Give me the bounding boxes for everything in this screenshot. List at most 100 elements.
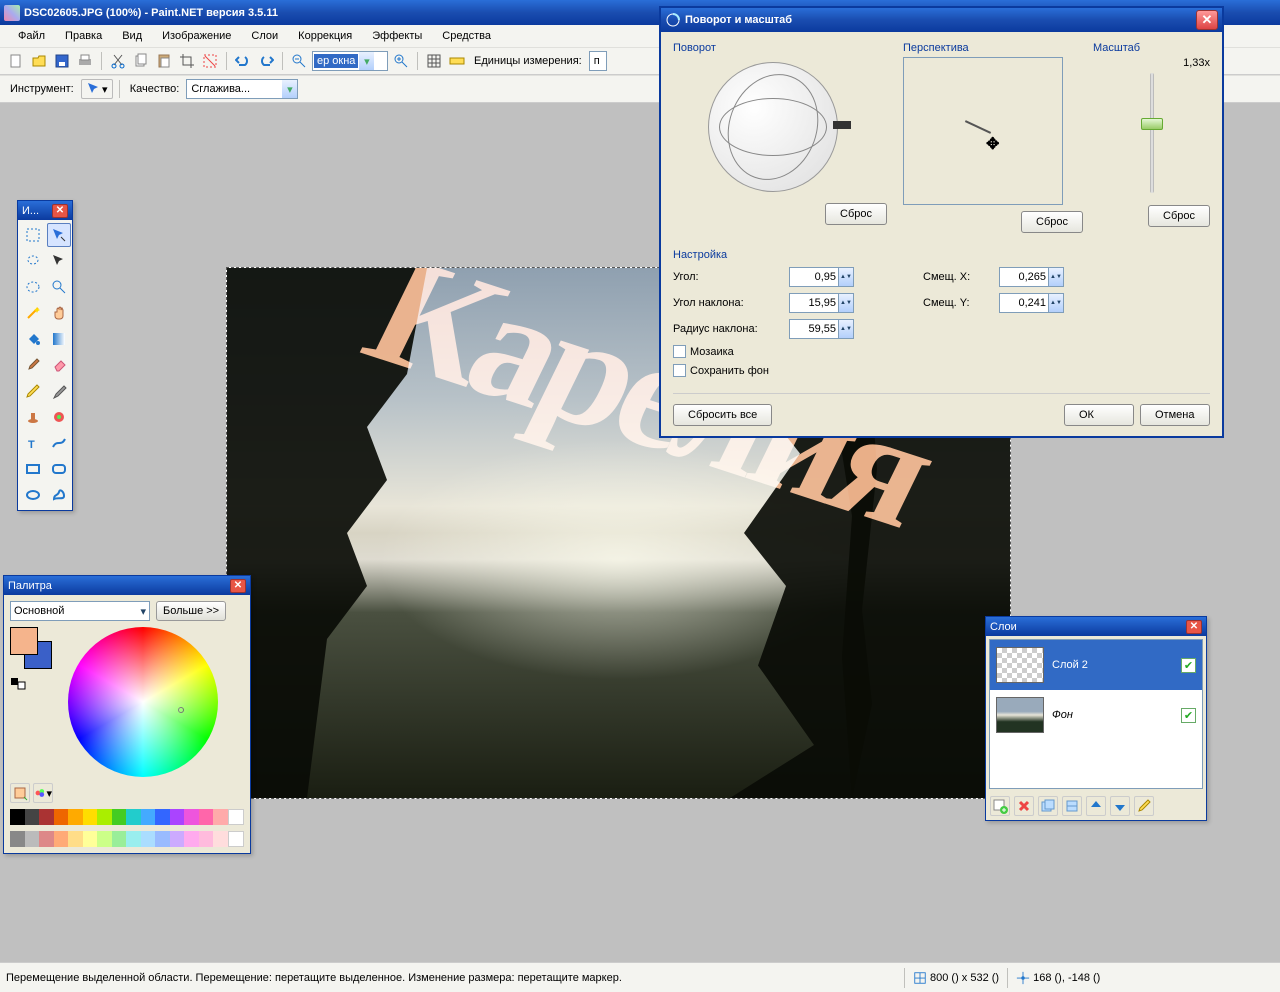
tool-gradient[interactable] — [47, 327, 71, 351]
tools-title-bar[interactable]: И... ✕ — [18, 201, 72, 220]
layer-add-button[interactable] — [990, 796, 1010, 816]
crop-button[interactable] — [177, 51, 197, 71]
menu-file[interactable]: Файл — [8, 27, 55, 45]
palette-window[interactable]: Палитра ✕ Основной ▾ Больше >> — [3, 575, 251, 854]
tool-rectangle[interactable] — [21, 457, 45, 481]
rotation-sphere[interactable] — [708, 62, 838, 192]
close-icon[interactable]: ✕ — [1186, 620, 1202, 634]
move-icon[interactable]: ✥ — [986, 134, 999, 154]
menu-edit[interactable]: Правка — [55, 27, 112, 45]
zoom-in-button[interactable] — [391, 51, 411, 71]
tool-freeform[interactable] — [47, 483, 71, 507]
slider-thumb[interactable] — [1141, 118, 1163, 130]
layer-props-button[interactable] — [1134, 796, 1154, 816]
menu-effects[interactable]: Эффекты — [362, 27, 432, 45]
save-button[interactable] — [52, 51, 72, 71]
rotate-reset-button[interactable]: Сброс — [825, 203, 887, 225]
tool-move[interactable] — [47, 249, 71, 273]
palette-more-button[interactable]: Больше >> — [156, 601, 226, 621]
tool-text[interactable]: T — [21, 431, 45, 455]
offsetx-input[interactable]: ▲▼ — [999, 267, 1064, 287]
menu-layers[interactable]: Слои — [241, 27, 288, 45]
spinner-icon[interactable]: ▲▼ — [838, 294, 853, 312]
keep-bg-checkbox[interactable] — [673, 364, 686, 377]
menu-tools[interactable]: Средства — [432, 27, 501, 45]
layer-visible-checkbox[interactable]: ✔ — [1181, 658, 1196, 673]
palette-strip-2[interactable] — [10, 831, 244, 847]
palette-title-bar[interactable]: Палитра ✕ — [4, 576, 250, 595]
layer-duplicate-button[interactable] — [1038, 796, 1058, 816]
radius-input[interactable]: ▲▼ — [789, 319, 854, 339]
undo-button[interactable] — [233, 51, 253, 71]
palette-strip[interactable] — [10, 809, 244, 825]
tool-eraser[interactable] — [47, 353, 71, 377]
tool-lasso[interactable] — [21, 249, 45, 273]
chevron-down-icon[interactable]: ▾ — [359, 52, 374, 70]
layers-title-bar[interactable]: Слои ✕ — [986, 617, 1206, 636]
scale-reset-button[interactable]: Сброс — [1148, 205, 1210, 227]
grid-button[interactable] — [424, 51, 444, 71]
print-button[interactable] — [75, 51, 95, 71]
layer-merge-button[interactable] — [1062, 796, 1082, 816]
layer-visible-checkbox[interactable]: ✔ — [1181, 708, 1196, 723]
layer-down-button[interactable] — [1110, 796, 1130, 816]
close-icon[interactable]: ✕ — [52, 204, 68, 218]
swap-colors-icon[interactable] — [10, 677, 28, 691]
redo-button[interactable] — [256, 51, 276, 71]
units-combo[interactable]: п — [589, 51, 607, 71]
layer-delete-button[interactable] — [1014, 796, 1034, 816]
palette-manage-button[interactable]: ▾ — [33, 783, 53, 803]
quality-combo[interactable]: Сглажива... ▾ — [186, 79, 298, 99]
color-swatches[interactable] — [10, 627, 54, 671]
current-tool-button[interactable]: ▾ — [81, 79, 113, 99]
tile-checkbox[interactable] — [673, 345, 686, 358]
layer-up-button[interactable] — [1086, 796, 1106, 816]
tool-clone-stamp[interactable] — [21, 405, 45, 429]
foreground-swatch[interactable] — [10, 627, 38, 655]
perspective-pad[interactable]: ✥ — [903, 57, 1063, 205]
zoom-combo[interactable]: ер окна ▾ — [312, 51, 388, 71]
zoom-out-button[interactable] — [289, 51, 309, 71]
cancel-button[interactable]: Отмена — [1140, 404, 1210, 426]
layer-item[interactable]: Фон ✔ — [990, 690, 1202, 740]
tool-magic-wand[interactable] — [21, 301, 45, 325]
copy-button[interactable] — [131, 51, 151, 71]
new-button[interactable] — [6, 51, 26, 71]
angle-input[interactable]: ▲▼ — [789, 267, 854, 287]
tool-recolor[interactable] — [47, 405, 71, 429]
cut-button[interactable] — [108, 51, 128, 71]
close-icon[interactable]: ✕ — [230, 579, 246, 593]
layers-window[interactable]: Слои ✕ Слой 2 ✔ Фон ✔ — [985, 616, 1207, 821]
tool-pan[interactable] — [47, 301, 71, 325]
dialog-title-bar[interactable]: Поворот и масштаб ✕ — [661, 8, 1222, 32]
menu-view[interactable]: Вид — [112, 27, 152, 45]
palette-add-button[interactable] — [10, 783, 30, 803]
color-wheel[interactable] — [68, 627, 218, 777]
spinner-icon[interactable]: ▲▼ — [1048, 268, 1063, 286]
tool-paint-bucket[interactable] — [21, 327, 45, 351]
tool-zoom[interactable] — [47, 275, 71, 299]
offsety-input[interactable]: ▲▼ — [999, 293, 1064, 313]
scale-slider[interactable] — [1140, 73, 1164, 193]
tool-line[interactable] — [47, 431, 71, 455]
tool-rounded-rect[interactable] — [47, 457, 71, 481]
open-button[interactable] — [29, 51, 49, 71]
palette-mode-combo[interactable]: Основной ▾ — [10, 601, 150, 621]
spinner-icon[interactable]: ▲▼ — [838, 268, 853, 286]
tool-ellipse-select[interactable] — [21, 275, 45, 299]
chevron-down-icon[interactable]: ▾ — [140, 605, 146, 618]
chevron-down-icon[interactable]: ▾ — [282, 80, 297, 98]
rotate-zoom-dialog[interactable]: Поворот и масштаб ✕ Поворот Сброс Перспе… — [659, 6, 1224, 438]
tool-brush[interactable] — [21, 353, 45, 377]
spinner-icon[interactable]: ▲▼ — [838, 320, 853, 338]
perspective-reset-button[interactable]: Сброс — [1021, 211, 1083, 233]
deselect-button[interactable] — [200, 51, 220, 71]
ok-button[interactable]: ОК — [1064, 404, 1134, 426]
tools-window[interactable]: И... ✕ T — [17, 200, 73, 511]
menu-adjust[interactable]: Коррекция — [288, 27, 362, 45]
close-icon[interactable]: ✕ — [1196, 10, 1218, 30]
tool-rect-select[interactable] — [21, 223, 45, 247]
reset-all-button[interactable]: Сбросить все — [673, 404, 772, 426]
tool-pencil[interactable] — [21, 379, 45, 403]
spinner-icon[interactable]: ▲▼ — [1048, 294, 1063, 312]
